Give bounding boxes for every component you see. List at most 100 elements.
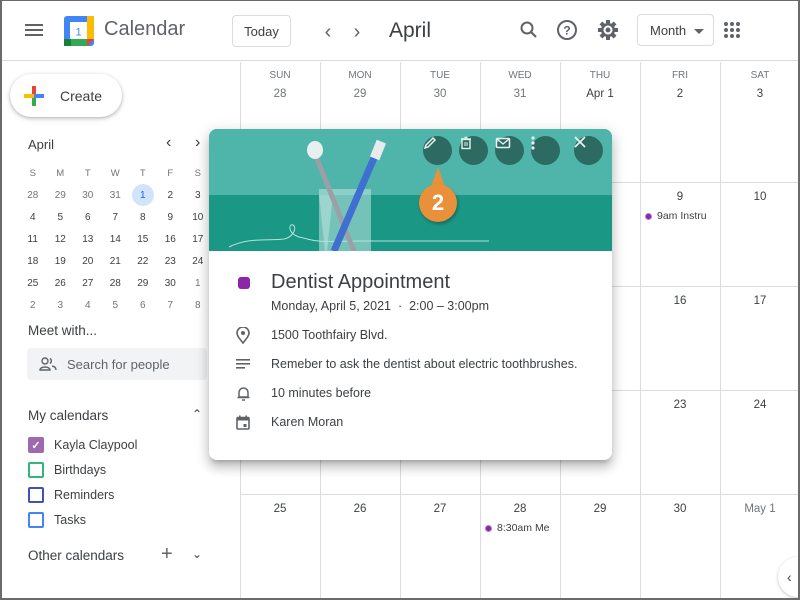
mini-day[interactable]: 5 [47, 206, 75, 228]
mini-day[interactable]: 19 [47, 250, 75, 272]
mini-day[interactable]: 29 [129, 272, 157, 294]
my-calendars-title[interactable]: My calendars [28, 408, 108, 423]
event-chip[interactable]: 8:30am Me [485, 522, 557, 534]
mini-day[interactable]: 20 [74, 250, 102, 272]
day-number[interactable]: 27 [400, 503, 480, 515]
mini-day[interactable]: 30 [157, 272, 185, 294]
mini-day[interactable]: 13 [74, 228, 102, 250]
day-number[interactable]: 30 [640, 503, 720, 515]
mini-day[interactable]: 28 [102, 272, 130, 294]
day-number[interactable]: Apr 1 [560, 88, 640, 100]
help-icon[interactable]: ? [554, 17, 580, 43]
day-number[interactable]: 26 [320, 503, 400, 515]
google-calendar-logo[interactable]: 1 [64, 16, 94, 46]
gear-icon[interactable] [595, 17, 621, 43]
mini-day[interactable]: 1 [129, 184, 157, 206]
create-button[interactable]: Create [10, 74, 122, 117]
mini-day[interactable]: 5 [102, 294, 130, 316]
mini-day[interactable]: 3 [47, 294, 75, 316]
mini-day[interactable]: 7 [157, 294, 185, 316]
mini-day[interactable]: 26 [47, 272, 75, 294]
hamburger-menu-icon[interactable] [24, 21, 44, 41]
mini-day[interactable]: 6 [74, 206, 102, 228]
calendar-list-item[interactable]: Birthdays [28, 462, 106, 478]
mini-weekday-label: M [56, 167, 65, 179]
chevron-down-icon[interactable]: ⌄ [192, 547, 202, 561]
mini-day[interactable]: 16 [157, 228, 185, 250]
mini-day[interactable]: 4 [19, 206, 47, 228]
day-number[interactable]: 29 [320, 88, 400, 100]
day-number[interactable]: 23 [640, 399, 720, 411]
mini-day[interactable]: 15 [129, 228, 157, 250]
mini-day[interactable]: 27 [74, 272, 102, 294]
mini-day[interactable]: 7 [102, 206, 130, 228]
mini-day[interactable]: 8 [129, 206, 157, 228]
day-number[interactable]: May 1 [720, 503, 798, 515]
mini-day[interactable]: 25 [19, 272, 47, 294]
view-selector[interactable]: Month [637, 14, 714, 46]
day-number[interactable]: 2 [640, 88, 720, 100]
chevron-left-icon[interactable]: ‹ [318, 21, 338, 43]
day-number[interactable]: 28 [240, 88, 320, 100]
calendar-checkbox[interactable] [28, 512, 44, 528]
email-guests-button[interactable] [495, 136, 524, 165]
mini-day[interactable]: 2 [157, 184, 185, 206]
mini-day[interactable]: 30 [74, 184, 102, 206]
close-popup-button[interactable] [574, 136, 603, 165]
mini-day[interactable]: 6 [129, 294, 157, 316]
search-icon[interactable] [516, 17, 542, 43]
mini-day[interactable]: 17 [184, 228, 212, 250]
mini-day[interactable]: 23 [157, 250, 185, 272]
mini-day[interactable]: 4 [74, 294, 102, 316]
plus-icon [24, 85, 44, 106]
day-number[interactable]: 24 [720, 399, 798, 411]
chevron-up-icon[interactable]: ⌃ [192, 407, 202, 421]
mini-day[interactable]: 22 [129, 250, 157, 272]
event-chip[interactable]: 9am Instru [645, 210, 717, 222]
mini-day[interactable]: 24 [184, 250, 212, 272]
more-options-button[interactable] [531, 136, 560, 165]
mini-day[interactable]: 1 [184, 272, 212, 294]
calendar-list-item[interactable]: ✓ Kayla Claypool [28, 437, 137, 453]
day-number[interactable]: 31 [480, 88, 560, 100]
mini-day[interactable]: 2 [19, 294, 47, 316]
mini-day[interactable]: 11 [19, 228, 47, 250]
mini-day[interactable]: 31 [102, 184, 130, 206]
day-number[interactable]: 25 [240, 503, 320, 515]
apps-grid-icon[interactable] [724, 22, 740, 38]
mini-day[interactable]: 18 [19, 250, 47, 272]
mini-day[interactable]: 21 [102, 250, 130, 272]
add-other-calendar-icon[interactable]: + [161, 543, 173, 566]
day-number[interactable]: 16 [640, 295, 720, 307]
mini-day[interactable]: 28 [19, 184, 47, 206]
mini-day[interactable]: 29 [47, 184, 75, 206]
mini-day[interactable]: 10 [184, 206, 212, 228]
mini-day[interactable]: 8 [184, 294, 212, 316]
delete-event-button[interactable] [459, 136, 488, 165]
other-calendars-title[interactable]: Other calendars [28, 548, 124, 563]
calendar-list-item[interactable]: Reminders [28, 487, 114, 503]
day-number[interactable]: 30 [400, 88, 480, 100]
people-search-input[interactable]: Search for people [27, 348, 207, 380]
chevron-right-icon[interactable]: › [195, 134, 200, 152]
mini-day[interactable]: 9 [157, 206, 185, 228]
day-number[interactable]: 29 [560, 503, 640, 515]
day-number[interactable]: 9 [640, 191, 720, 203]
mini-day[interactable]: 12 [47, 228, 75, 250]
day-number[interactable]: 3 [720, 88, 798, 100]
chevron-left-icon[interactable]: ‹ [166, 134, 171, 152]
day-number[interactable]: 28 [480, 503, 560, 515]
calendar-checkbox[interactable]: ✓ [28, 437, 44, 453]
edit-event-button[interactable] [423, 136, 452, 165]
calendar-list-item[interactable]: Tasks [28, 512, 86, 528]
mini-day[interactable]: 3 [184, 184, 212, 206]
calendar-label: Reminders [54, 488, 115, 502]
today-button[interactable]: Today [232, 15, 291, 47]
mini-day[interactable]: 14 [102, 228, 130, 250]
calendar-checkbox[interactable] [28, 462, 44, 478]
chevron-right-icon[interactable]: › [347, 21, 367, 43]
day-number[interactable]: 10 [720, 191, 798, 203]
calendar-label: Tasks [54, 513, 86, 527]
calendar-checkbox[interactable] [28, 487, 44, 503]
day-number[interactable]: 17 [720, 295, 798, 307]
